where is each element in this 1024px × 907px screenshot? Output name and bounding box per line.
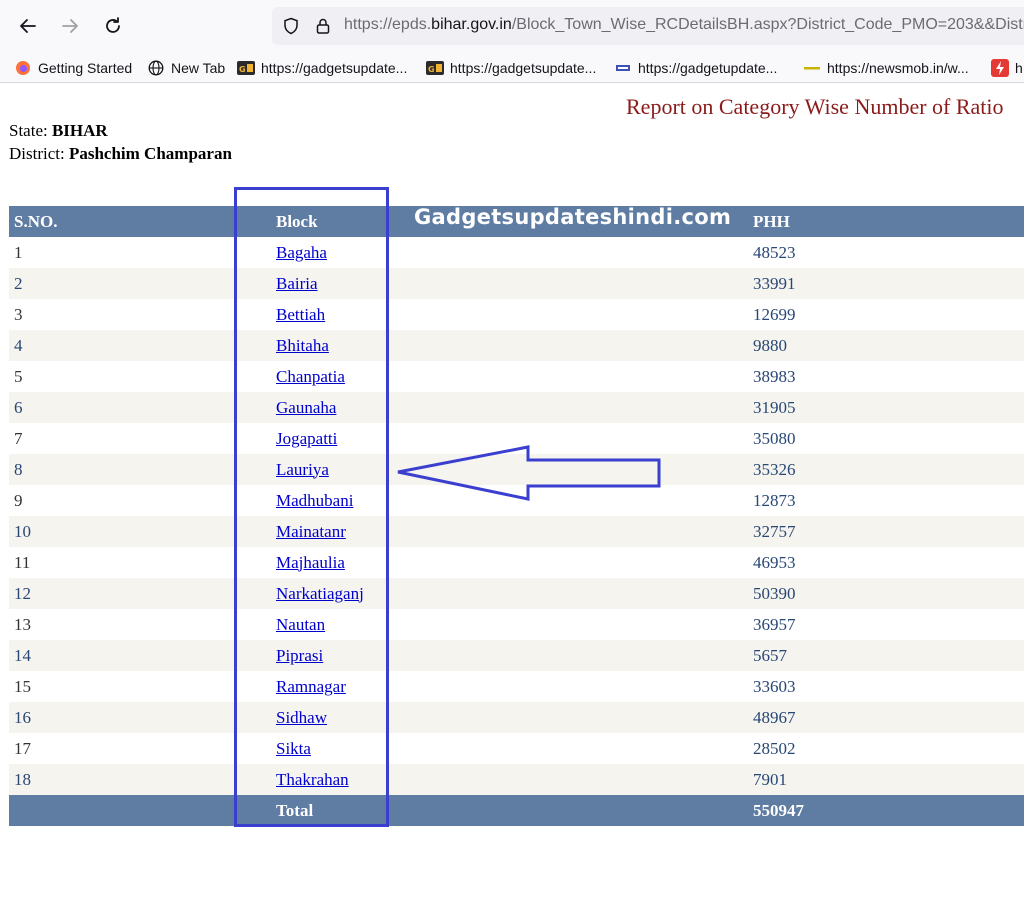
bookmark-label: https://gadgetsupdate... (450, 60, 597, 76)
district-value: Pashchim Champaran (68, 144, 232, 163)
bookmark-label: https://gadgetupdate... (638, 60, 778, 76)
total-row: Total 550947 (9, 795, 1024, 826)
table-row: 3 Bettiah 12699 (9, 299, 1024, 330)
table-row: 16 Sidhaw 48967 (9, 702, 1024, 733)
address-bar[interactable]: https://epds.bihar.gov.in/Block_Town_Wis… (272, 7, 1024, 45)
svg-text:G: G (239, 65, 246, 74)
globe-icon (147, 60, 165, 76)
header-phh: PHH (753, 206, 1024, 237)
table-row: 14 Piprasi 5657 (9, 640, 1024, 671)
table-row: 18 Thakrahan 7901 (9, 764, 1024, 795)
table-row: 1 Bagaha 48523 (9, 237, 1024, 268)
row-phh: 12873 (753, 485, 1024, 516)
table-row: 5 Chanpatia 38983 (9, 361, 1024, 392)
table-row: 4 Bhitaha 9880 (9, 330, 1024, 361)
bookmark-label: https://gadgetsupdate... (261, 60, 408, 76)
newsmob-icon (803, 60, 821, 76)
table-row: 11 Majhaulia 46953 (9, 547, 1024, 578)
table-row: 2 Bairia 33991 (9, 268, 1024, 299)
reload-button[interactable] (97, 10, 129, 42)
bookmark-label: New Tab (171, 60, 226, 76)
browser-nav-bar: https://epds.bihar.gov.in/Block_Town_Wis… (0, 0, 1024, 52)
row-phh: 48967 (753, 702, 1024, 733)
back-button[interactable] (12, 10, 44, 42)
bookmark-getting-started[interactable]: Getting Started (14, 58, 132, 78)
lock-icon[interactable] (312, 15, 334, 37)
bookmark-gadgetsupdate-1[interactable]: G https://gadgetsupdate... (237, 58, 407, 78)
url-domain: bihar.gov.in (431, 16, 512, 33)
table-row: 12 Narkatiaganj 50390 (9, 578, 1024, 609)
forward-button[interactable] (54, 10, 86, 42)
bookmark-gadgetsupdate-2[interactable]: G https://gadgetsupdate... (426, 58, 596, 78)
row-phh: 46953 (753, 547, 1024, 578)
total-phh: 550947 (753, 795, 1024, 826)
url-text[interactable]: https://epds.bihar.gov.in/Block_Town_Wis… (344, 16, 1024, 34)
row-phh: 31905 (753, 392, 1024, 423)
bookmark-gadgetupdate[interactable]: https://gadgetupdate... (614, 58, 777, 78)
firefox-icon (14, 60, 32, 76)
state-line: State: BIHAR (9, 121, 108, 141)
reload-icon (106, 17, 120, 33)
row-phh: 7901 (753, 764, 1024, 795)
row-phh: 28502 (753, 733, 1024, 764)
report-table: S.NO. Block PHH 1 Bagaha 48523 2 Bairia 33991… (9, 206, 1024, 826)
url-path: /Block_Town_Wise_RCDetailsBH.aspx?Distri… (511, 16, 1024, 33)
state-value: BIHAR (51, 121, 108, 140)
row-phh: 33991 (753, 268, 1024, 299)
row-phh: 35080 (753, 423, 1024, 454)
bookmark-new-tab[interactable]: New Tab (147, 58, 225, 78)
row-phh: 5657 (753, 640, 1024, 671)
gadget-site-icon (614, 60, 632, 76)
district-line: District: Pashchim Champaran (9, 144, 232, 164)
svg-text:G: G (428, 65, 435, 74)
bookmark-red-site[interactable]: h (991, 58, 1023, 78)
row-phh: 38983 (753, 361, 1024, 392)
row-phh: 50390 (753, 578, 1024, 609)
table-row: 15 Ramnagar 33603 (9, 671, 1024, 702)
district-label: District: (9, 144, 65, 163)
red-site-icon (991, 59, 1009, 77)
gadgets-site-icon: G (426, 60, 444, 76)
row-phh: 32757 (753, 516, 1024, 547)
state-label: State: (9, 121, 48, 140)
bookmark-label: https://newsmob.in/w... (827, 60, 969, 76)
row-phh: 9880 (753, 330, 1024, 361)
row-phh: 48523 (753, 237, 1024, 268)
gadgets-site-icon: G (237, 60, 255, 76)
row-phh: 36957 (753, 609, 1024, 640)
url-prefix: https://epds. (344, 16, 432, 33)
back-arrow-icon (20, 19, 36, 33)
table-row: 6 Gaunaha 31905 (9, 392, 1024, 423)
bookmark-label: h (1015, 60, 1023, 76)
annotation-arrow-icon (397, 445, 661, 501)
watermark: Gadgetsupdateshindi.com (414, 205, 732, 229)
forward-arrow-icon (62, 19, 78, 33)
row-phh: 33603 (753, 671, 1024, 702)
block-column-highlight (234, 187, 389, 827)
table-row: 17 Sikta 28502 (9, 733, 1024, 764)
row-phh: 12699 (753, 299, 1024, 330)
bookmarks-bar: Getting Started New Tab G https://gadget… (0, 52, 1024, 83)
report-title: Report on Category Wise Number of Ratio (626, 94, 1004, 119)
table-row: 10 Mainatanr 32757 (9, 516, 1024, 547)
bookmark-label: Getting Started (38, 60, 133, 76)
row-phh: 35326 (753, 454, 1024, 485)
table-body: 1 Bagaha 48523 2 Bairia 33991 3 Bettiah 12699 4 Bh… (9, 237, 1024, 795)
table-row: 13 Nautan 36957 (9, 609, 1024, 640)
bookmark-newsmob[interactable]: https://newsmob.in/w... (803, 58, 969, 78)
shield-icon[interactable] (280, 15, 302, 37)
